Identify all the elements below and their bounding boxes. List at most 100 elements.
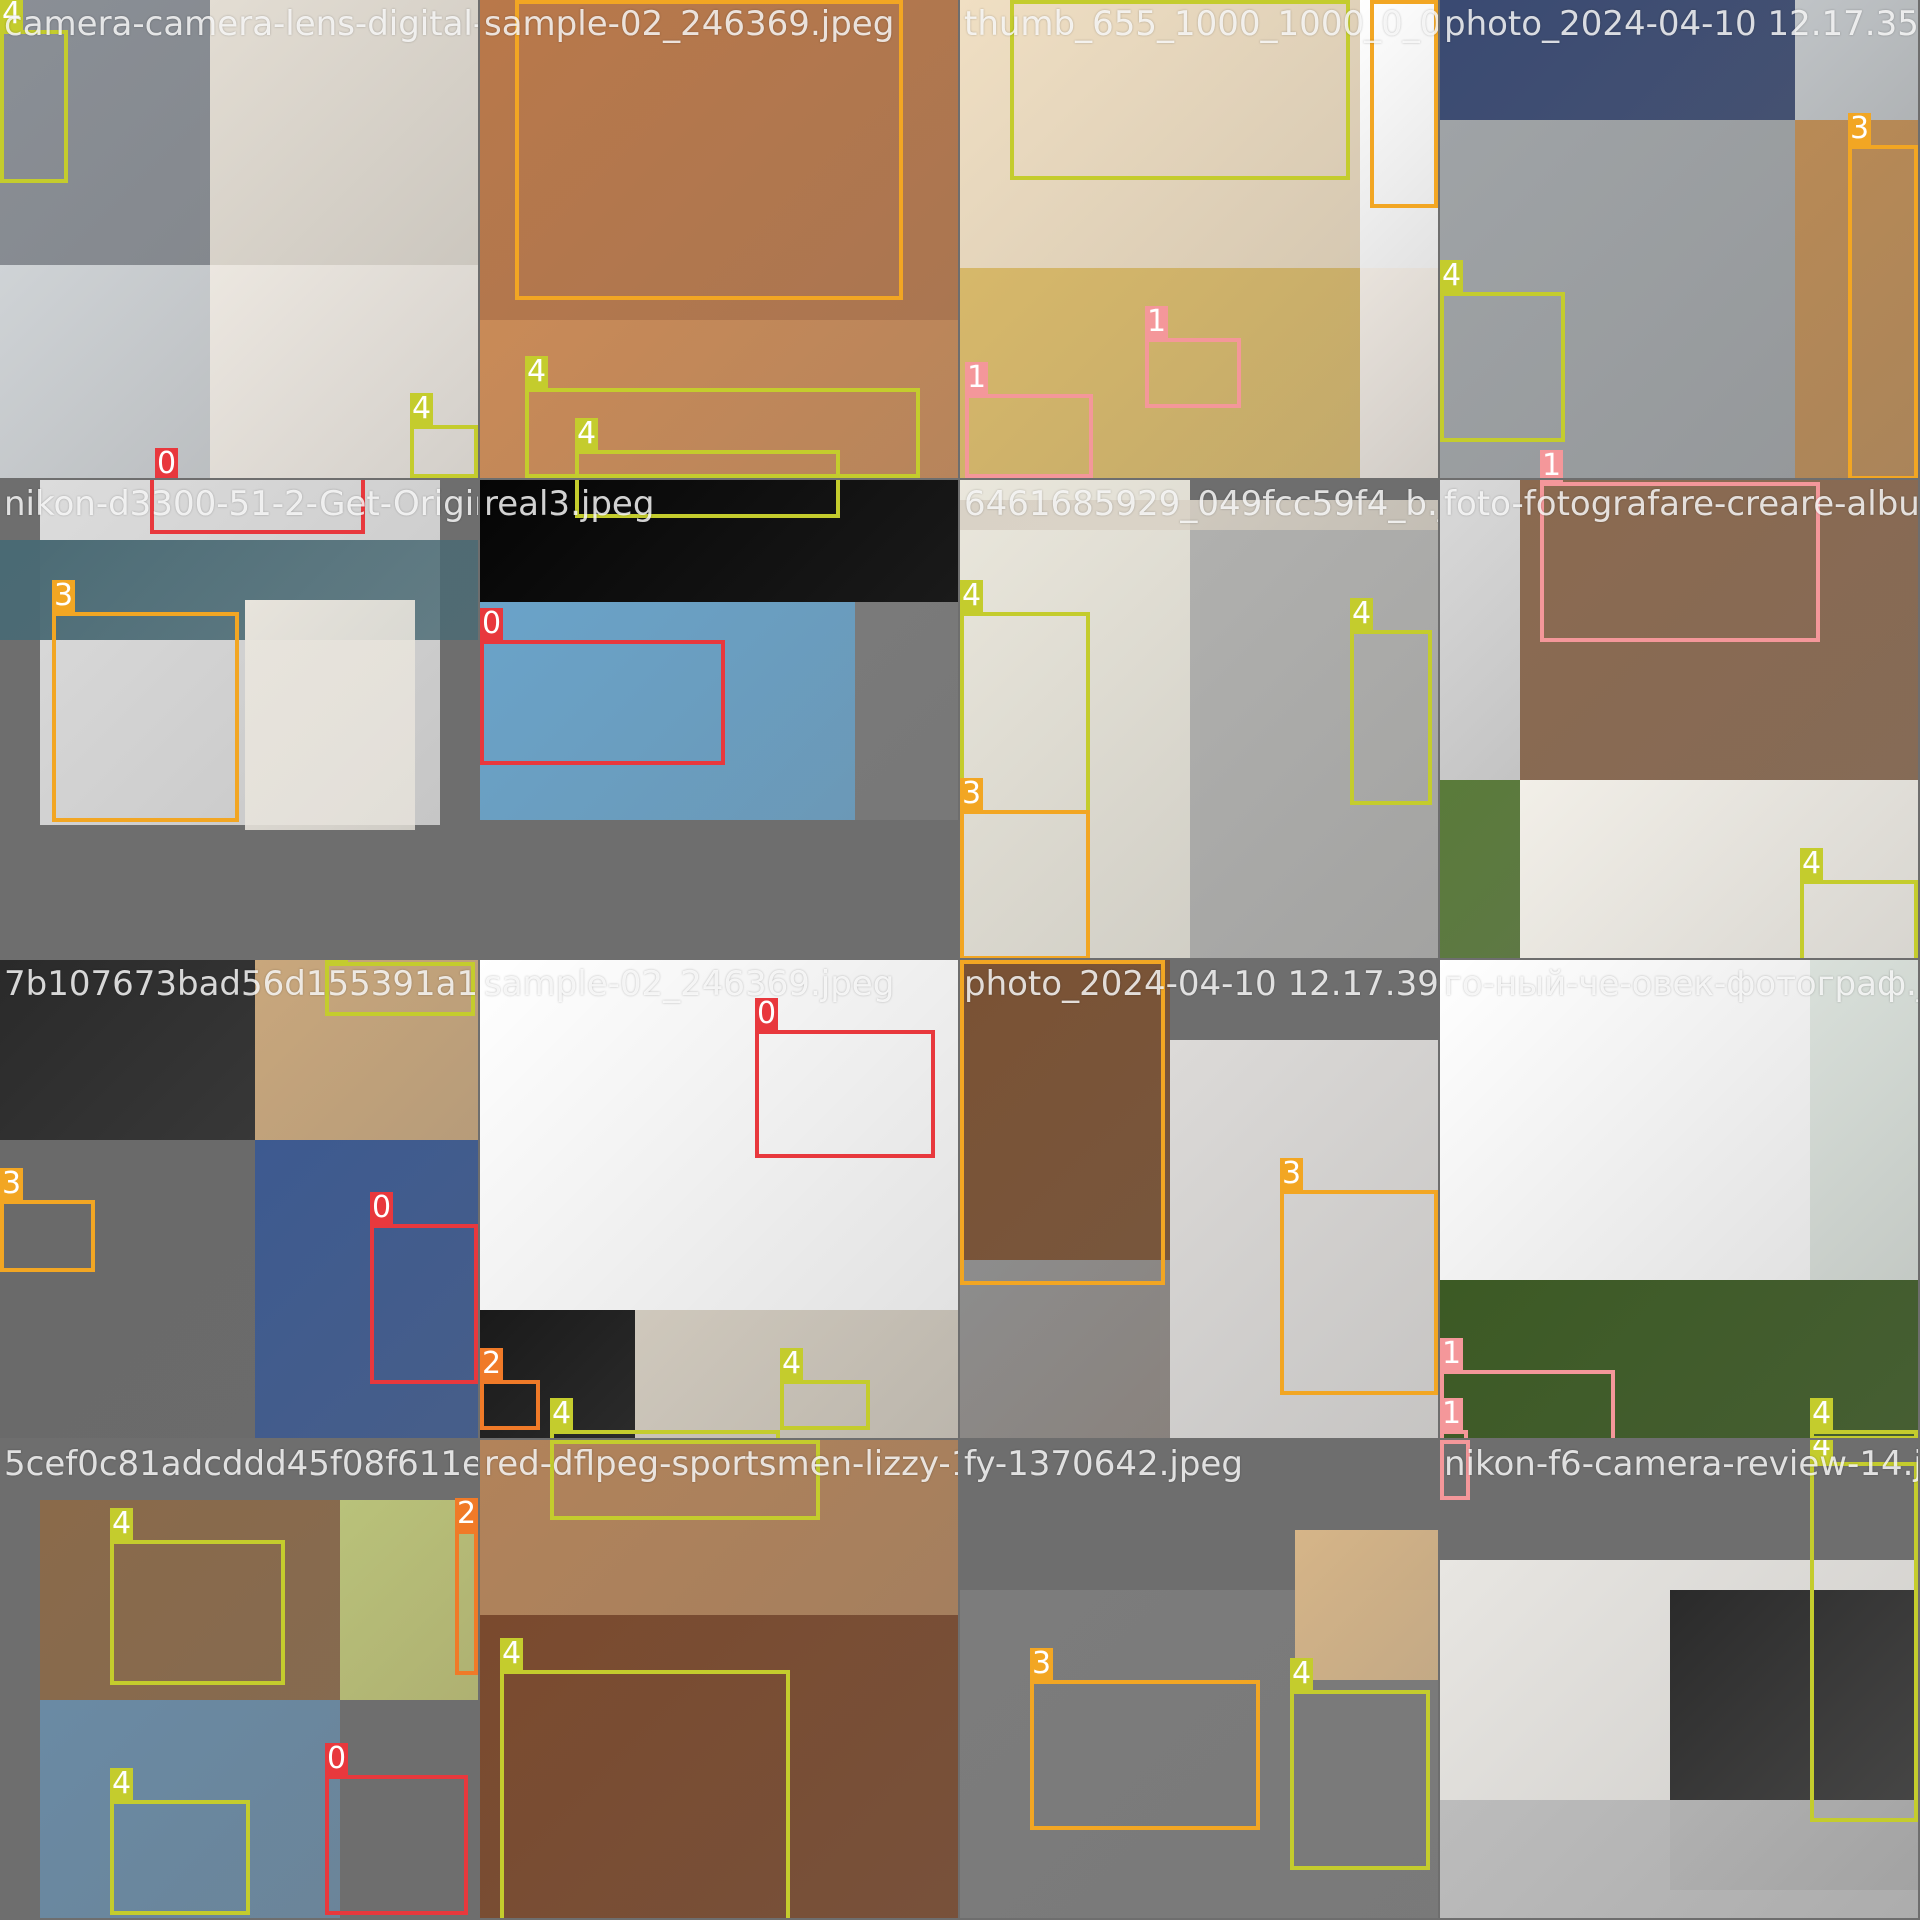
mosaic-tile: 14foto-fotografare-creare-album.jpeg [1440, 480, 1918, 958]
tile-filename: camera-camera-lens-digital-camera-Get-Or… [4, 4, 478, 44]
mosaic-photo [1295, 1530, 1438, 1680]
detection-box: 4 [1800, 848, 1918, 958]
class-label: 4 [525, 354, 549, 389]
mosaic-tile: 40real3.jpeg [480, 480, 958, 958]
tile-filename: sample-02_246369.jpeg [484, 4, 895, 44]
class-label: 0 [155, 446, 179, 478]
class-label: 3 [1848, 111, 1872, 146]
mosaic-photo [1440, 780, 1520, 958]
class-label: 0 [370, 1190, 394, 1225]
mosaic-photo [960, 1260, 1170, 1438]
tile-filename: thumb_655_1000_1000_0_0_tif.jpeg [964, 4, 1438, 44]
detection-box: 4 [1810, 1398, 1918, 1438]
tile-filename: photo_2024-04-10 12.17.35.jpeg [1444, 4, 1918, 44]
tile-filename: nikon-d3300-51-2-Get-Original.jpeg [4, 484, 478, 524]
class-label: 0 [325, 1741, 349, 1776]
tile-filename: го-ный-че-овек-фотограф.jpeg [1444, 964, 1918, 1004]
class-label: 1 [1540, 450, 1564, 478]
detection-box: 2 [480, 1348, 540, 1430]
detection-box: 0 [370, 1192, 478, 1384]
mosaic-tile: 344sample-02_246369.jpeg [480, 0, 958, 478]
tile-filename: sample-02_246369.jpeg [484, 964, 895, 1004]
detection-box: 3 [960, 778, 1090, 958]
detection-box: 3 [52, 580, 239, 822]
tile-filename: foto-fotografare-creare-album.jpeg [1444, 484, 1918, 524]
mosaic-tile: 03nikon-d3300-51-2-Get-Original.jpeg [0, 480, 478, 958]
mosaic-tile: 4311thumb_655_1000_1000_0_0_tif.jpeg [960, 0, 1438, 478]
class-label: 1 [1440, 1396, 1464, 1431]
tile-filename: red-dflpeg-sportsmen-lizzy-13706.jpeg [484, 1444, 958, 1484]
class-label: 2 [455, 1496, 478, 1531]
class-label: 4 [500, 1636, 524, 1671]
tile-filename: 7b107673bad56d155391a16b982ca650.jpeg [4, 964, 478, 1004]
mosaic-tile: 1 1 4 го-ный-че-овек-фотограф.jpeg [1440, 960, 1918, 1438]
detection-box: 4 [110, 1768, 250, 1915]
detection-box: 4 [1440, 260, 1565, 442]
mosaic-photo [855, 602, 958, 820]
detection-box: 3 [960, 960, 1165, 1285]
detection-box: 4 [1290, 1658, 1430, 1870]
mosaic-tile: 0 2 4 4 sample-02_246369.jpeg [480, 960, 958, 1438]
detection-box: 1 [965, 362, 1093, 478]
tile-filename: 6461685929_049fcc59f4_b.jpeg [964, 484, 1438, 524]
tile-filename: fy-1370642.jpeg [964, 1444, 1243, 1484]
detection-box: 3 [1280, 1158, 1438, 1395]
class-label: 3 [1030, 1646, 1054, 1681]
detection-box: 4 [500, 1638, 790, 1918]
mosaic-photo [0, 1140, 255, 1438]
detection-box: 4 [575, 418, 840, 478]
mosaic-tile: 33photo_2024-04-10 12.17.39.jpeg [960, 960, 1438, 1438]
detection-box: 3 [1848, 113, 1918, 478]
mosaic-tile: 44red-dflpeg-sportsmen-lizzy-13706.jpeg [480, 1440, 958, 1918]
detection-box: 0 [325, 1743, 468, 1915]
mosaic-photo [1360, 268, 1438, 478]
class-label: 3 [960, 776, 984, 811]
class-label: 1 [965, 360, 989, 395]
class-label: 3 [0, 1166, 24, 1201]
detection-box: 4 [110, 1508, 285, 1685]
tile-filename: nikon-f6-camera-review-14.jpeg [1444, 1444, 1918, 1484]
class-label: 1 [1145, 304, 1169, 339]
detection-box: 1 [1440, 1398, 1468, 1438]
mosaic-photo [245, 600, 415, 830]
class-label: 3 [52, 578, 76, 613]
mosaic-tile: 3 4 1 photo_2024-04-10 12.17.35.jpeg [1440, 0, 1918, 478]
class-label: 4 [1350, 596, 1374, 631]
detection-box: 4 [1350, 598, 1432, 805]
detection-box: 1 [1440, 1338, 1615, 1438]
class-label: 4 [1800, 846, 1824, 881]
mosaic-tile: 4 4 3 6461685929_049fcc59f4_b.jpeg [960, 480, 1438, 958]
detection-box: 3 [1030, 1648, 1260, 1830]
class-label: 4 [410, 391, 434, 426]
mosaic-tile: 4 4 0 camera-camera-lens-digital-camera-Get… [0, 0, 478, 478]
mosaic-tile: 3 4 fy-1370642.jpeg [960, 1440, 1438, 1918]
tile-filename: photo_2024-04-10 12.17.39.jpeg [964, 964, 1438, 1004]
class-label: 4 [780, 1346, 804, 1381]
detection-box: 0 [480, 608, 725, 765]
tile-filename: 5cef0c81adcddd45f08f611eaca08ed4.jpeg [4, 1444, 478, 1484]
detection-box: 4 [780, 1348, 870, 1430]
class-label: 0 [480, 606, 504, 641]
mosaic-photo [1440, 960, 1810, 1280]
class-label: 4 [550, 1396, 574, 1431]
mosaic-tile: 4 4 2 0 5cef0c81adcddd45f08f611eaca08ed4.jpe… [0, 1440, 478, 1918]
class-label: 4 [1440, 258, 1464, 293]
class-label: 4 [1290, 1656, 1314, 1691]
mosaic-tile: 14nikon-f6-camera-review-14.jpeg [1440, 1440, 1918, 1918]
mosaic-tile: 4307b107673bad56d155391a16b982ca650.jpeg [0, 960, 478, 1438]
class-label: 4 [1810, 1396, 1834, 1431]
mosaic-photo [1810, 960, 1918, 1280]
detection-box: 3 [0, 1168, 95, 1272]
class-label: 3 [1280, 1156, 1304, 1191]
class-label: 4 [110, 1506, 134, 1541]
mosaic-grid: 440camera-camera-lens-digital-camera-Get… [0, 0, 1920, 1920]
detection-box: 4 [1810, 1440, 1918, 1822]
class-label: 1 [1440, 1336, 1464, 1371]
tile-filename: real3.jpeg [484, 484, 655, 524]
detection-box: 0 [755, 998, 935, 1158]
class-label: 4 [960, 578, 984, 613]
class-label: 2 [480, 1346, 504, 1381]
class-label: 4 [575, 416, 599, 451]
detection-box: 2 [455, 1498, 478, 1675]
mosaic-photo [0, 265, 210, 478]
